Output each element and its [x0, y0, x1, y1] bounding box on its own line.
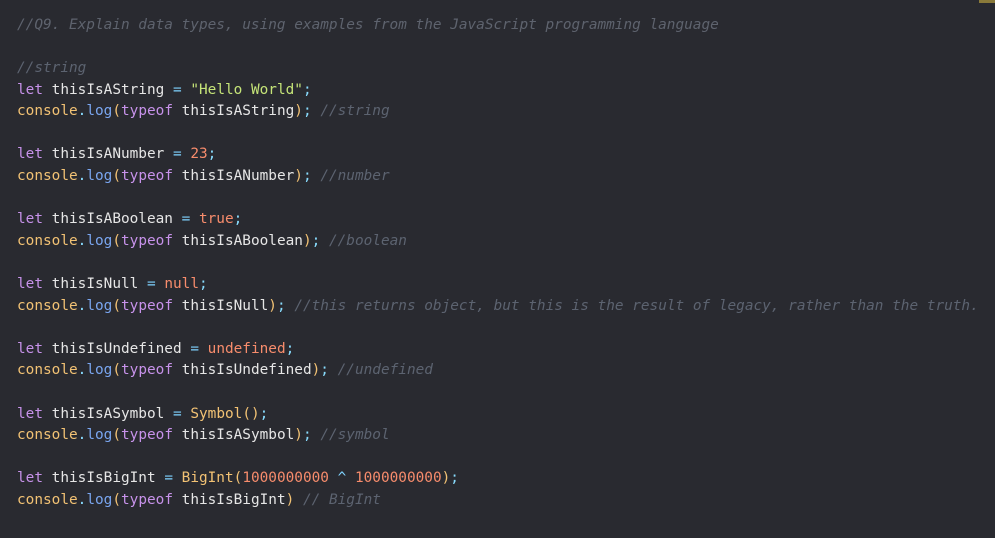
console-object: console [17, 427, 78, 443]
assign-operator: = [172, 82, 182, 98]
variable-ref: thisIsASymbol [181, 427, 295, 443]
code-line-log-bigint: console.log(typeof thisIsBigInt) // BigI… [17, 492, 381, 508]
bigint-constructor: BigInt [181, 470, 234, 486]
inline-comment: //this returns object, but this is the r… [294, 298, 979, 314]
log-function: log [86, 103, 113, 119]
code-line-log-undefined: console.log(typeof thisIsUndefined); //u… [17, 362, 433, 378]
undefined-literal: undefined [207, 341, 286, 357]
console-object: console [17, 103, 78, 119]
assign-operator: = [172, 146, 182, 162]
typeof-keyword: typeof [121, 492, 173, 508]
header-comment-line: //Q9. Explain data types, using examples… [17, 15, 719, 35]
keyword: let [17, 82, 43, 98]
code-line-declare-undefined: let thisIsUndefined = undefined; [17, 341, 295, 357]
assign-operator: = [146, 276, 156, 292]
typeof-keyword: typeof [121, 233, 173, 249]
symbol-constructor: Symbol [190, 406, 243, 422]
variable-ref: thisIsNull [181, 298, 269, 314]
assign-operator: = [172, 406, 182, 422]
string-literal: "Hello World" [190, 82, 303, 98]
typeof-keyword: typeof [121, 103, 173, 119]
semicolon: ; [302, 82, 312, 98]
code-line-log-symbol: console.log(typeof thisIsASymbol); //sym… [17, 427, 390, 443]
variable-name: thisIsNull [51, 276, 139, 292]
code-line-declare-boolean: let thisIsABoolean = true; [17, 211, 243, 227]
keyword: let [17, 276, 43, 292]
inline-comment: // BigInt [302, 492, 381, 508]
code-line-declare-number: let thisIsANumber = 23; [17, 146, 217, 162]
keyword: let [17, 470, 43, 486]
scroll-indicator [979, 0, 995, 3]
code-line-declare-bigint: let thisIsBigInt = BigInt(1000000000 ^ 1… [17, 470, 459, 486]
variable-ref: thisIsBigInt [181, 492, 286, 508]
code-line-log-null: console.log(typeof thisIsNull); //this r… [17, 298, 979, 314]
log-function: log [86, 492, 113, 508]
variable-ref: thisIsAString [181, 103, 295, 119]
log-function: log [86, 168, 113, 184]
log-function: log [86, 298, 113, 314]
code-line-log-boolean: console.log(typeof thisIsABoolean); //bo… [17, 233, 407, 249]
section-comment-line: //string [17, 58, 86, 78]
assign-operator: = [190, 341, 199, 357]
console-object: console [17, 233, 78, 249]
number-literal: 23 [190, 146, 208, 162]
console-object: console [17, 168, 78, 184]
console-object: console [17, 362, 78, 378]
log-function: log [86, 362, 113, 378]
variable-name: thisIsASymbol [51, 406, 165, 422]
log-function: log [86, 427, 113, 443]
inline-comment: //undefined [337, 362, 433, 378]
code-line-log-number: console.log(typeof thisIsANumber); //num… [17, 168, 390, 184]
inline-comment: //boolean [328, 233, 407, 249]
variable-name: thisIsAString [51, 82, 165, 98]
xor-operator: ^ [337, 470, 347, 486]
code-line-log-string: console.log(typeof thisIsAString); //str… [17, 103, 390, 119]
assign-operator: = [164, 470, 173, 486]
keyword: let [17, 211, 43, 227]
typeof-keyword: typeof [121, 168, 173, 184]
log-function: log [86, 233, 113, 249]
keyword: let [17, 406, 43, 422]
inline-comment: //symbol [320, 427, 390, 443]
code-line-declare-symbol: let thisIsASymbol = Symbol(); [17, 406, 269, 422]
variable-name: thisIsANumber [51, 146, 165, 162]
assign-operator: = [181, 211, 191, 227]
inline-comment: //number [320, 168, 390, 184]
code-line-declare-string: let thisIsAString = "Hello World"; [17, 80, 312, 100]
variable-name: thisIsABoolean [51, 211, 173, 227]
header-comment: //Q9. Explain data types, using examples… [17, 17, 719, 33]
typeof-keyword: typeof [121, 427, 173, 443]
number-literal: 1000000000 [354, 470, 442, 486]
typeof-keyword: typeof [121, 362, 173, 378]
variable-ref: thisIsUndefined [181, 362, 312, 378]
keyword: let [17, 341, 43, 357]
null-literal: null [164, 276, 199, 292]
console-object: console [17, 492, 78, 508]
console-object: console [17, 298, 78, 314]
variable-name: thisIsUndefined [51, 341, 182, 357]
number-literal: 1000000000 [242, 470, 329, 486]
variable-ref: thisIsANumber [181, 168, 295, 184]
variable-ref: thisIsABoolean [181, 233, 303, 249]
inline-comment: //string [320, 103, 390, 119]
boolean-literal: true [198, 211, 234, 227]
keyword: let [17, 146, 43, 162]
code-editor[interactable]: //Q9. Explain data types, using examples… [0, 0, 995, 538]
typeof-keyword: typeof [121, 298, 173, 314]
code-line-declare-null: let thisIsNull = null; [17, 276, 208, 292]
section-comment: //string [17, 60, 87, 76]
variable-name: thisIsBigInt [51, 470, 156, 486]
